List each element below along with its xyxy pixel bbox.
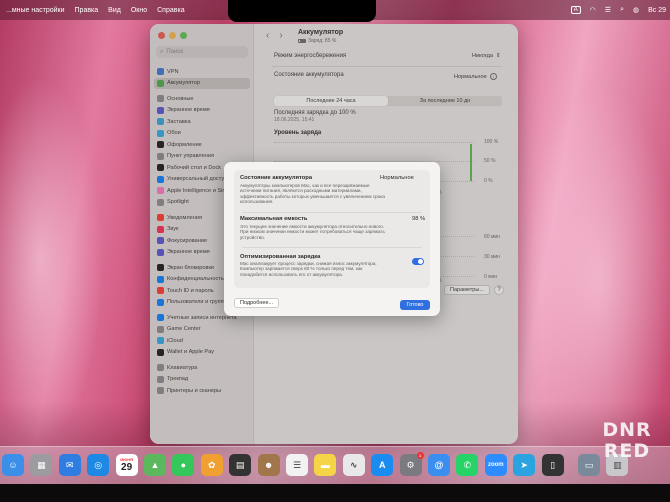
app-store-icon[interactable]: A [371,454,394,476]
iphone-mirroring-icon[interactable]: ▯ [541,454,564,476]
dock-icon-glyph: ▤ [235,459,245,470]
divider [242,212,422,213]
divider [242,247,422,248]
dock-icon-glyph: ☻ [263,460,274,470]
calendar-day: 29 [121,461,133,473]
watermark-line2: RED [603,440,651,462]
siri-icon[interactable]: ◍ [633,6,639,14]
dock-icon-glyph: ▯ [550,459,556,470]
dock-icon-glyph: ✆ [463,459,472,470]
mail-client-icon[interactable]: @ [428,454,450,476]
dock-icon-glyph: ➤ [520,459,528,470]
health-title: Состояние аккумулятора [240,175,313,181]
dock-icon-glyph: ● [180,460,187,470]
menu-app-settings[interactable]: ...мные настройки [6,7,65,14]
notes-icon[interactable]: ▬ [314,454,337,476]
battery-info-group: Состояние аккумулятора Нормальное Аккуму… [234,170,430,288]
dock-icon-glyph: zoom [487,462,504,468]
dock-icon-glyph: ▲ [150,460,160,470]
menu-help[interactable]: Справка [157,7,184,14]
telegram-icon[interactable]: ➤ [513,454,536,476]
camera-notch [228,0,376,22]
notification-badge: 1 [416,452,424,459]
launchpad-icon[interactable]: ▦ [30,454,53,476]
messages-icon[interactable]: ● [172,454,195,476]
dock-icon-glyph: ∿ [350,459,358,470]
done-button[interactable]: Готово [400,300,430,310]
dock-icon-glyph: ◎ [94,459,103,470]
input-source-icon[interactable]: A [570,6,581,14]
optimized-charging-toggle[interactable] [412,258,424,265]
wifi-icon[interactable]: ◠ [590,6,596,14]
menu-bar-extras: A ◠ ☰ ⌕ ◍ Вс 29 [570,0,666,20]
watermark: DNR RED [587,420,667,462]
photos-icon[interactable]: ✿ [200,454,223,476]
optimized-charging-description: Mac анализирует процесс зарядки, снижая … [240,261,377,277]
dock-icon-glyph: ✿ [208,459,216,470]
menu-window[interactable]: Окно [131,7,147,14]
menu-view[interactable]: Вид [108,7,121,14]
safari-icon[interactable]: ◎ [87,454,110,476]
reminders-icon[interactable]: ☰ [286,454,308,476]
mail-icon[interactable]: ✉ [58,454,81,476]
dock: ☺ ▦ ✉ ◎ ИЮНЯ 29 ▲ ● ✿ ▤ ☻ ☰ ▬ ∿ A ⚙ 1 @ ✆ zoom ➤ ▯ ▭ ▥ [0,446,670,484]
search-icon[interactable]: ⌕ [620,6,624,14]
dock-icon-glyph: ▦ [37,459,46,470]
dock-icon-glyph: ✉ [66,459,74,470]
dock-icon-glyph: ▬ [320,460,330,470]
dock-icon-glyph: ⚙ [406,459,415,470]
calculator-icon[interactable]: ▤ [229,454,252,476]
watermark-line1: DNR [602,419,652,441]
menu-clock[interactable]: Вс 29 [648,7,666,14]
contacts-icon[interactable]: ☻ [257,454,280,476]
dock-icon-glyph: @ [434,460,444,470]
system-settings-icon[interactable]: ⚙ 1 [399,452,424,476]
control-center-icon[interactable]: ☰ [605,6,611,14]
capacity-title: Максимальная емкость [240,216,308,222]
battery-health-dialog: Состояние аккумулятора Нормальное Аккуму… [224,162,440,316]
capacity-value: 98 % [412,216,426,222]
health-value: Нормальное [380,175,414,181]
dock-icon-glyph: ☺ [8,460,18,470]
health-description: Аккумуляторы компьютеров Mac, как и все … [240,183,385,205]
dock-icon-glyph: A [378,460,386,470]
calendar-icon[interactable]: ИЮНЯ 29 [115,454,138,476]
screen-bezel [0,484,670,502]
maps-icon[interactable]: ▲ [144,454,166,476]
freeform-icon[interactable]: ∿ [342,454,365,476]
capacity-description: Это текущее значение емкости аккумулятор… [240,224,385,240]
dock-icon-glyph: ☰ [292,459,302,470]
whatsapp-icon[interactable]: ✆ [456,454,479,476]
optimized-charging-title: Оптимизированная зарядка [240,254,321,260]
zoom-icon[interactable]: zoom [484,454,507,476]
menu-edit[interactable]: Правка [75,7,99,14]
finder-icon[interactable]: ☺ [2,454,24,476]
more-info-button[interactable]: Подробнее... [234,298,280,308]
